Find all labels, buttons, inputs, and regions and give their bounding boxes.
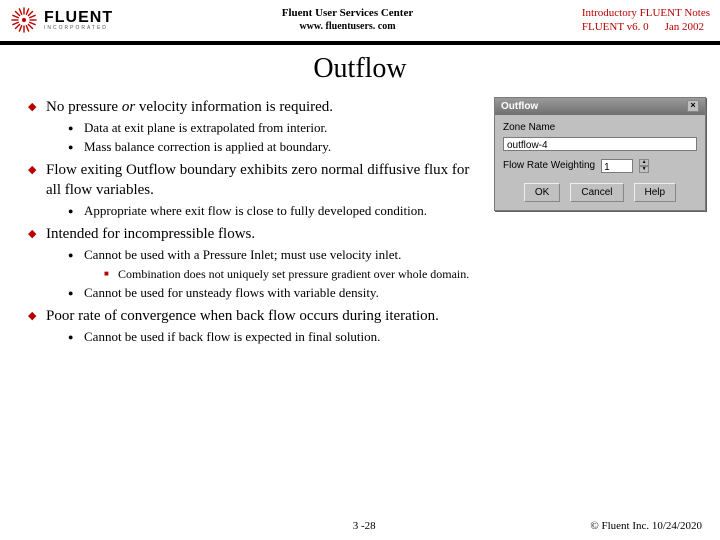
diamond-bullet-icon: ◆	[28, 224, 46, 242]
bullet-text: Cannot be used for unsteady flows with v…	[84, 284, 696, 302]
header-right: Introductory FLUENT Notes FLUENT v6. 0 J…	[582, 6, 710, 35]
diamond-bullet-icon: ◆	[28, 97, 46, 115]
slide-title: Outflow	[0, 53, 720, 85]
bullet-text: Cannot be used with a Pressure Inlet; mu…	[84, 246, 696, 264]
org-name: Fluent User Services Center	[113, 6, 582, 20]
list-subitem: ●Cannot be used if back flow is expected…	[68, 328, 696, 346]
bullet-text: Poor rate of convergence when back flow …	[46, 306, 696, 326]
logo-subtitle: INCORPORATED	[44, 26, 113, 31]
diamond-bullet-icon: ◆	[28, 160, 46, 178]
close-icon[interactable]: ×	[687, 100, 699, 112]
list-subitem: ●Cannot be used with a Pressure Inlet; m…	[68, 246, 696, 282]
flow-rate-spinner[interactable]: ▲▼	[639, 159, 649, 173]
list-subitem: ●Cannot be used for unsteady flows with …	[68, 284, 696, 302]
dialog-titlebar: Outflow ×	[495, 98, 705, 116]
dot-bullet-icon: ●	[68, 119, 84, 134]
date-label: Jan 2002	[665, 21, 704, 33]
dot-bullet-icon: ●	[68, 246, 84, 261]
version-label: FLUENT v6. 0	[582, 20, 662, 34]
dialog-title: Outflow	[501, 100, 538, 114]
copyright: © Fluent Inc. 10/24/2020	[590, 520, 702, 532]
dot-bullet-icon: ●	[68, 138, 84, 153]
dot-bullet-icon: ●	[68, 328, 84, 343]
bullet-text: Combination does not uniquely set pressu…	[118, 266, 696, 282]
page-number: 3 -28	[138, 520, 590, 532]
course-title: Introductory FLUENT Notes	[582, 6, 710, 20]
help-button[interactable]: Help	[634, 183, 677, 203]
outflow-dialog: Outflow × Zone Name outflow-4 Flow Rate …	[494, 97, 706, 212]
list-subitem: ■Combination does not uniquely set press…	[104, 266, 696, 282]
header-center: Fluent User Services Center www. fluentu…	[113, 6, 582, 33]
ok-button[interactable]: OK	[524, 183, 560, 203]
list-item: ◆Intended for incompressible flows.●Cann…	[28, 224, 696, 302]
sunburst-logo-icon	[10, 6, 38, 34]
dot-bullet-icon: ●	[68, 202, 84, 217]
bullet-text: Cannot be used if back flow is expected …	[84, 328, 696, 346]
flow-rate-field[interactable]: 1	[601, 159, 633, 173]
cancel-button[interactable]: Cancel	[570, 183, 623, 203]
square-bullet-icon: ■	[104, 266, 118, 280]
diamond-bullet-icon: ◆	[28, 306, 46, 324]
bullet-text: Intended for incompressible flows.	[46, 224, 696, 244]
org-url: www. fluentusers. com	[113, 20, 582, 33]
zone-name-field[interactable]: outflow-4	[503, 137, 697, 151]
logo-block: FLUENT INCORPORATED	[10, 6, 113, 34]
divider	[0, 41, 720, 45]
dot-bullet-icon: ●	[68, 284, 84, 299]
slide-footer: 3 -28 © Fluent Inc. 10/24/2020	[0, 520, 720, 532]
logo-name: FLUENT	[44, 10, 113, 26]
slide-header: FLUENT INCORPORATED Fluent User Services…	[0, 0, 720, 39]
slide-content: Outflow × Zone Name outflow-4 Flow Rate …	[0, 97, 720, 346]
flow-rate-label: Flow Rate Weighting	[503, 159, 595, 173]
zone-name-label: Zone Name	[503, 121, 697, 135]
list-item: ◆Poor rate of convergence when back flow…	[28, 306, 696, 346]
